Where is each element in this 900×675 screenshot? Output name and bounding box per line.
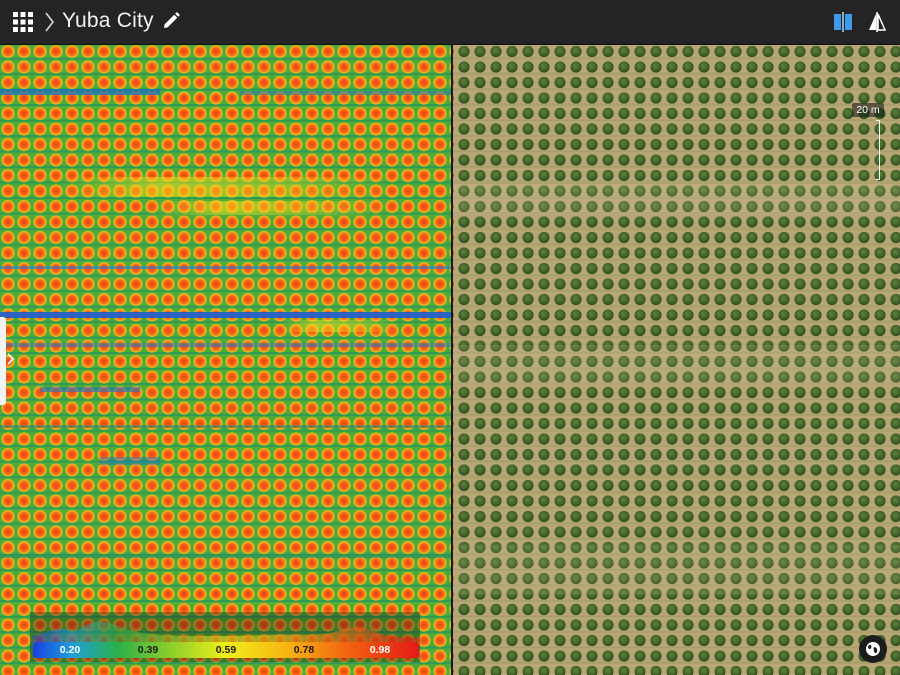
top-bar: Yuba City (0, 0, 900, 45)
basemap-button[interactable] (859, 635, 887, 663)
apps-grid-icon[interactable] (12, 11, 34, 33)
split-view-icon[interactable] (832, 11, 854, 33)
swipe-compare-icon[interactable] (866, 11, 888, 33)
legend-tick: 0.78 (293, 644, 315, 656)
legend-tick: 0.98 (369, 644, 391, 656)
scale-indicator: 20 m (852, 103, 886, 183)
legend-tick: 0.20 (59, 644, 81, 656)
pencil-icon[interactable] (161, 11, 181, 31)
scale-label: 20 m (852, 103, 884, 117)
index-legend: 0.20 0.39 0.59 0.78 0.98 (30, 612, 420, 662)
legend-tick: 0.39 (137, 644, 159, 656)
map-viewer[interactable]: 0.20 0.39 0.59 0.78 0.98 20 m (0, 45, 900, 675)
chevron-right-icon[interactable] (6, 352, 16, 366)
vegetation-index-map[interactable] (0, 45, 451, 675)
rgb-orthomosaic-map[interactable] (453, 45, 900, 675)
project-title: Yuba City (62, 9, 154, 32)
globe-icon (866, 642, 880, 656)
chevron-right-icon (45, 12, 55, 32)
scale-bar (876, 120, 880, 180)
legend-tick: 0.59 (215, 644, 237, 656)
